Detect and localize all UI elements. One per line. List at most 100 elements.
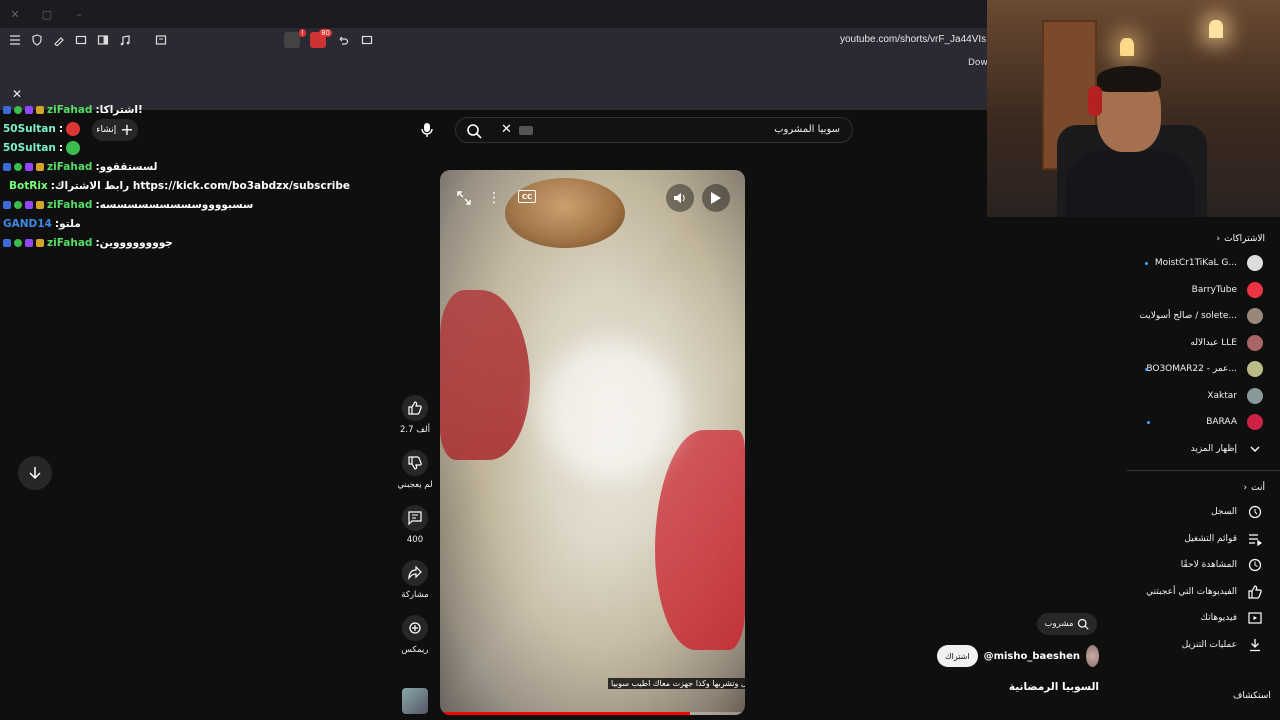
chat-text: ملتو <box>59 217 81 230</box>
extension-badge-icon[interactable]: ! <box>284 29 306 48</box>
chat-username[interactable]: ziFahad <box>47 199 92 211</box>
search-icon[interactable] <box>466 123 482 142</box>
subscription-item[interactable]: صالح أسولايت / solete... <box>1127 303 1280 330</box>
sidebar-item-video[interactable]: فيديوهاتك <box>1127 605 1280 632</box>
shorts-video[interactable]: ⋮ CC ل وتشربها وكذا جهزت معاك اطيب سوبيا <box>440 170 745 715</box>
search-box[interactable]: ✕ سوبيا المشروب <box>455 117 853 143</box>
voice-search-button[interactable] <box>415 118 439 142</box>
chat-badge-icon <box>36 238 44 247</box>
more-options-icon[interactable]: ⋮ <box>486 188 502 208</box>
sidebar-item-playlist[interactable]: قوائم التشغيل <box>1127 526 1280 553</box>
emote-icon <box>66 121 81 136</box>
like-button[interactable]: 2.7 ألف <box>395 395 435 435</box>
dislike-button[interactable]: لم يعجبني <box>395 450 435 490</box>
chevron-left-icon: › <box>1216 234 1221 244</box>
create-label: إنشاء <box>96 125 117 135</box>
sidebar-item-download[interactable]: عمليات التنزيل <box>1127 632 1280 659</box>
chat-badge-icon <box>3 238 11 247</box>
chat-username[interactable]: ziFahad <box>47 161 92 173</box>
sidebar-item-clock[interactable]: المشاهدة لاحقًا <box>1127 552 1280 579</box>
dislike-label: لم يعجبني <box>397 480 433 490</box>
you-header[interactable]: › أنت <box>1127 477 1280 499</box>
pip-icon[interactable] <box>360 33 374 47</box>
chat-badge-icon <box>25 105 33 114</box>
video-caption: ل وتشربها وكذا جهزت معاك اطيب سوبيا <box>608 678 745 689</box>
progress-fill <box>440 712 691 715</box>
share-label: مشاركة <box>401 590 429 600</box>
browser-toolbar: ! 80 youtube.com/shorts/vrF_Ja44VIs <box>0 28 988 52</box>
subscription-item[interactable]: BARAA <box>1127 409 1280 436</box>
chat-badge-icon <box>36 105 44 114</box>
subscription-name: BarryTube <box>1191 284 1237 295</box>
subscription-item[interactable]: BO3OMAR22 - عمر... <box>1127 356 1280 383</box>
webcam-feed <box>987 0 1280 217</box>
volume-icon[interactable] <box>666 184 694 212</box>
next-video-button[interactable] <box>18 456 52 490</box>
menu-icon[interactable] <box>8 33 22 47</box>
chat-badge-icon <box>25 200 33 209</box>
chat-username[interactable]: ziFahad <box>47 104 92 116</box>
clock-icon <box>1247 557 1263 573</box>
subscription-name: Xaktar <box>1207 390 1237 401</box>
brush-icon[interactable] <box>52 33 66 47</box>
ublock-icon[interactable]: 80 <box>310 29 332 48</box>
channel-avatar <box>1247 308 1263 325</box>
channel-avatar[interactable] <box>1086 645 1099 667</box>
screenshot-icon[interactable] <box>154 33 168 47</box>
subscriptions-header[interactable]: › الاشتراكات <box>1127 228 1280 250</box>
subscription-name: MoistCr1TiKaL G... <box>1154 258 1237 269</box>
chat-username[interactable]: 50Sultan <box>3 142 56 154</box>
sidebar-item-history[interactable]: السجل <box>1127 499 1280 526</box>
chat-separator: : <box>58 141 64 154</box>
create-button[interactable]: إنشاء + <box>92 119 138 141</box>
search-input[interactable]: سوبيا المشروب <box>774 124 840 135</box>
sidebar-item-label: قوائم التشغيل <box>1184 533 1237 544</box>
tab-icon[interactable] <box>74 33 88 47</box>
play-icon[interactable] <box>702 184 730 212</box>
sidebar-item-label: عمليات التنزيل <box>1181 639 1237 650</box>
chat-username[interactable]: 50Sultan <box>3 123 56 135</box>
youtube-sidebar: › الاشتراكات MoistCr1TiKaL G... BarryTube… <box>1127 228 1280 658</box>
sound-thumbnail[interactable] <box>402 688 428 714</box>
like-icon <box>1247 584 1263 600</box>
subscription-item[interactable]: Xaktar <box>1127 383 1280 410</box>
shield-icon[interactable] <box>30 33 44 47</box>
chat-badge-icon <box>36 162 44 171</box>
maximize-window-icon[interactable]: ▢ <box>40 8 54 21</box>
new-content-dot <box>1145 367 1148 371</box>
chat-message: 50Sultan : <box>0 138 330 157</box>
fullscreen-icon[interactable] <box>454 188 474 208</box>
address-bar[interactable]: youtube.com/shorts/vrF_Ja44VIs <box>840 34 986 45</box>
channel-name[interactable]: @misho_baeshen <box>984 651 1080 662</box>
chat-message: GAND14 : ملتو <box>0 214 330 233</box>
search-icon <box>1078 618 1090 630</box>
sidebar-icon[interactable] <box>96 33 110 47</box>
subscription-item[interactable]: عبدالاله LLE <box>1127 330 1280 357</box>
show-more-button[interactable]: إظهار المزيد <box>1127 436 1280 463</box>
subscribe-button[interactable]: اشتراك <box>937 645 978 667</box>
chat-username[interactable]: GAND14 <box>3 218 52 230</box>
clear-search-icon[interactable]: ✕ <box>501 122 512 137</box>
chat-badge-icon <box>25 162 33 171</box>
keyboard-icon[interactable] <box>519 126 533 135</box>
music-icon[interactable] <box>118 33 132 47</box>
minimize-window-icon[interactable]: – <box>72 8 86 21</box>
video-progress-bar[interactable] <box>440 712 745 715</box>
close-window-icon[interactable]: ✕ <box>8 8 22 21</box>
related-search-chip[interactable]: مشروب <box>1037 613 1097 635</box>
comments-button[interactable]: 400 <box>395 505 435 545</box>
undo-icon[interactable] <box>336 33 350 47</box>
chat-message: ziFahad : اشتراكا! <box>0 100 330 119</box>
remix-button[interactable]: ريمكس <box>395 615 435 655</box>
sidebar-item-like[interactable]: الفيديوهات التي أعجبتني <box>1127 579 1280 606</box>
close-overlay-icon[interactable]: ✕ <box>12 87 22 101</box>
captions-button[interactable]: CC <box>518 190 536 203</box>
download-icon <box>1247 637 1263 653</box>
share-button[interactable]: مشاركة <box>395 560 435 600</box>
chat-message: BotRix : رابط الاشتراك https://kick.com/… <box>0 176 350 195</box>
chat-username[interactable]: BotRix <box>9 180 48 192</box>
chat-username[interactable]: ziFahad <box>47 237 92 249</box>
subscription-item[interactable]: MoistCr1TiKaL G... <box>1127 250 1280 277</box>
subscription-item[interactable]: BarryTube <box>1127 277 1280 304</box>
mic-icon <box>421 123 433 137</box>
